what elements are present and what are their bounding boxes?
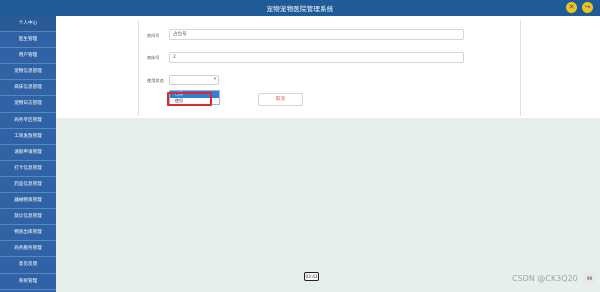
time-badge: 03:43 bbox=[304, 272, 319, 281]
bed-number-input[interactable]: 2 bbox=[169, 52, 464, 63]
corner-badge[interactable]: 99 bbox=[583, 272, 596, 285]
sidebar-item-visits[interactable]: 就诊信息管理 bbox=[0, 209, 56, 226]
sidebar-item-feedback[interactable]: 意见反馈 bbox=[0, 257, 56, 274]
sidebar-item-business-service[interactable]: 商务服务管理 bbox=[0, 241, 56, 258]
watermark: CSDN @CK3Q20 bbox=[512, 274, 578, 283]
sidebar-item-profile[interactable]: 个人中心 bbox=[0, 16, 56, 33]
cancel-button[interactable]: 取消 bbox=[258, 93, 303, 106]
sidebar-item-medicine[interactable]: 药品信息管理 bbox=[0, 177, 56, 194]
room-number-label: 房间号 bbox=[147, 33, 160, 38]
sidebar-item-system[interactable]: 系统管理 bbox=[0, 274, 56, 290]
sidebar-item-outbound[interactable]: 物资出库管理 bbox=[0, 225, 56, 242]
status-select[interactable]: ▾ bbox=[169, 75, 219, 85]
sidebar-item-doctors[interactable]: 医生管理 bbox=[0, 32, 56, 49]
sidebar: 个人中心 医生管理 用户管理 宠物信息管理 病床信息管理 宠物日志管理 商务专区… bbox=[0, 16, 56, 292]
sidebar-item-leave[interactable]: 请假申请管理 bbox=[0, 145, 56, 161]
room-number-input[interactable]: 占位号 bbox=[169, 29, 464, 40]
sidebar-item-business-zone[interactable]: 商务专区管理 bbox=[0, 113, 56, 129]
sidebar-item-beds[interactable]: 病床信息管理 bbox=[0, 80, 56, 97]
close-icon[interactable]: ✕ bbox=[566, 2, 577, 13]
sidebar-item-equipment[interactable]: 器械物资管理 bbox=[0, 193, 56, 210]
status-label: 使用状态 bbox=[147, 78, 164, 83]
sidebar-item-pet-log[interactable]: 宠物日志管理 bbox=[0, 96, 56, 113]
sidebar-item-attendance[interactable]: 打卡信息管理 bbox=[0, 161, 56, 177]
app-title: 宠物宠物医院管理系统 bbox=[266, 5, 334, 13]
chevron-down-icon: ▾ bbox=[213, 77, 216, 82]
sidebar-item-salary[interactable]: 工资发放管理 bbox=[0, 129, 56, 145]
header-bar: 宠物宠物医院管理系统 ✕ ↪ bbox=[0, 0, 600, 16]
logout-icon[interactable]: ↪ bbox=[582, 2, 593, 13]
sidebar-item-users[interactable]: 用户管理 bbox=[0, 48, 56, 65]
sidebar-item-pets[interactable]: 宠物信息管理 bbox=[0, 64, 56, 81]
annotation-highlight-box bbox=[167, 92, 212, 106]
bed-number-label: 病床号 bbox=[147, 55, 160, 60]
